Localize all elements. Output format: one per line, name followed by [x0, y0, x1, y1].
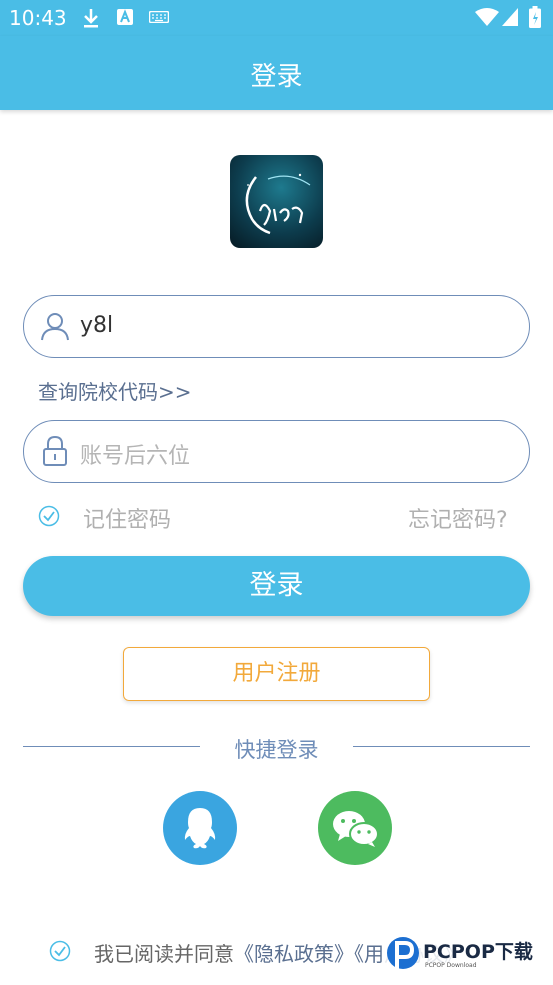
login-button[interactable]: 登录 — [23, 556, 530, 616]
status-time: 10:43 — [9, 6, 67, 30]
watermark-sub: PCPOP Download — [425, 962, 477, 969]
download-icon — [84, 9, 98, 28]
account-input[interactable]: y8l — [80, 313, 113, 338]
divider-right — [353, 746, 530, 747]
query-school-code-link[interactable]: 查询院校代码>> — [38, 376, 192, 405]
pcpop-logo-icon — [387, 937, 419, 969]
user-icon — [41, 313, 69, 341]
app-logo — [230, 155, 323, 248]
battery-icon — [529, 6, 541, 28]
register-button[interactable]: 用户注册 — [123, 647, 430, 701]
remember-password-label[interactable]: 记住密码 — [83, 502, 171, 534]
wechat-login-button[interactable] — [318, 791, 392, 865]
wechat-icon — [333, 811, 379, 847]
agreement-prefix: 我已阅读并同意 — [94, 942, 234, 966]
signal-icon — [502, 8, 518, 26]
password-input[interactable]: 账号后六位 — [80, 438, 190, 470]
remember-check-icon[interactable] — [38, 505, 60, 527]
privacy-policy-link[interactable]: 《隐私政策》 — [234, 942, 354, 966]
wifi-icon — [475, 8, 499, 26]
status-bar: 10:43 — [0, 0, 553, 36]
forgot-password-link[interactable]: 忘记密码? — [408, 502, 508, 534]
app-notification-icon — [117, 9, 133, 25]
quick-login-label: 快捷登录 — [234, 738, 319, 762]
lock-icon — [43, 435, 67, 466]
qq-login-button[interactable] — [163, 791, 237, 865]
keyboard-icon — [149, 11, 169, 23]
agree-check-icon[interactable] — [49, 940, 71, 962]
watermark-brand: PCPOP下载 — [423, 941, 533, 963]
watermark: PCPOP下载 PCPOP Download — [383, 933, 553, 977]
divider-left — [23, 746, 200, 747]
page-title: 登录 — [250, 62, 303, 92]
qq-icon — [184, 808, 216, 849]
